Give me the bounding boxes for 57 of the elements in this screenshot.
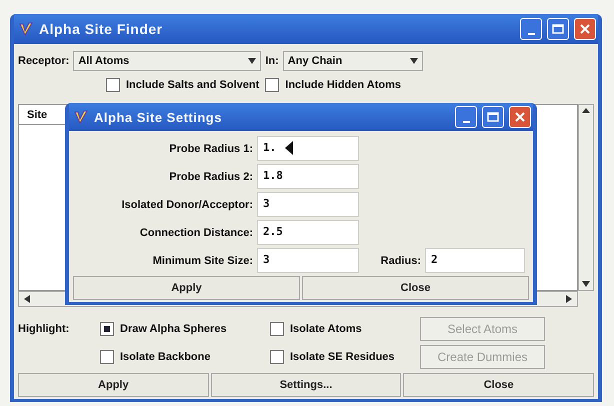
maximize-button[interactable] (547, 18, 569, 40)
dialog-button[interactable]: Settings... (210, 373, 402, 397)
scroll-up-icon[interactable] (582, 107, 590, 115)
field-label: Minimum Site Size: (152, 254, 253, 266)
minimize-button[interactable] (455, 106, 477, 128)
input-field[interactable]: 2.5 (257, 220, 359, 245)
dropdown-arrow-icon[interactable] (410, 57, 418, 65)
checkbox[interactable] (270, 322, 284, 336)
input-field[interactable]: 3 (257, 248, 359, 273)
maximize-button[interactable] (482, 106, 504, 128)
field-label: Radius: (380, 254, 421, 266)
window-title: Alpha Site Finder (39, 21, 163, 37)
close-icon (515, 112, 525, 122)
checkbox[interactable] (100, 322, 114, 336)
checkbox[interactable] (265, 78, 280, 92)
dialog-button[interactable]: Apply (18, 373, 209, 397)
app-icon (73, 109, 89, 125)
dropdown-arrow-icon[interactable] (248, 57, 256, 65)
scroll-left-icon[interactable] (23, 295, 31, 303)
maximize-icon (552, 24, 564, 34)
checkbox[interactable] (270, 350, 284, 364)
window-title: Alpha Site Settings (94, 110, 222, 124)
checkbox-label: Include Salts and Solvent (126, 79, 260, 91)
checkbox[interactable] (106, 78, 120, 92)
checkbox[interactable] (100, 350, 114, 364)
field-label: Connection Distance: (138, 226, 253, 238)
vertical-scrollbar[interactable] (578, 104, 594, 291)
field-label: Isolated Donor/Acceptor: (120, 198, 253, 210)
receptor-dropdown[interactable]: All Atoms (73, 51, 262, 71)
close-icon (580, 24, 590, 34)
field-label: Probe Radius 1: (168, 142, 253, 154)
checkbox-label: Isolate Atoms (290, 323, 362, 335)
input-field[interactable]: 1. (257, 136, 359, 161)
scroll-down-icon[interactable] (582, 280, 590, 288)
chain-dropdown[interactable]: Any Chain (282, 51, 423, 71)
receptor-label: Receptor: (18, 55, 70, 67)
checkbox-label: Isolate SE Residues (290, 351, 395, 363)
close-button[interactable] (509, 106, 531, 128)
app-icon (18, 21, 34, 37)
close-button[interactable] (574, 18, 596, 40)
chain-label: In: (265, 55, 279, 67)
dialog-button[interactable]: Close (403, 373, 594, 397)
maximize-icon (487, 112, 499, 122)
checkbox-label: Isolate Backbone (120, 351, 210, 363)
dialog-button[interactable]: Apply (73, 276, 300, 300)
dialog-button[interactable]: Close (302, 276, 529, 300)
highlight-label: Highlight: (18, 323, 70, 335)
scroll-right-icon[interactable] (565, 295, 573, 303)
input-field[interactable]: 1.8 (257, 164, 359, 189)
field-label: Probe Radius 2: (168, 170, 253, 182)
checkbox-label: Include Hidden Atoms (285, 79, 401, 91)
input-field[interactable]: 2 (425, 248, 525, 273)
checkbox-label: Draw Alpha Spheres (120, 323, 227, 335)
minimize-icon (528, 32, 534, 34)
minimize-icon (462, 120, 470, 122)
input-field[interactable]: 3 (257, 192, 359, 217)
minimize-button[interactable] (520, 18, 542, 40)
